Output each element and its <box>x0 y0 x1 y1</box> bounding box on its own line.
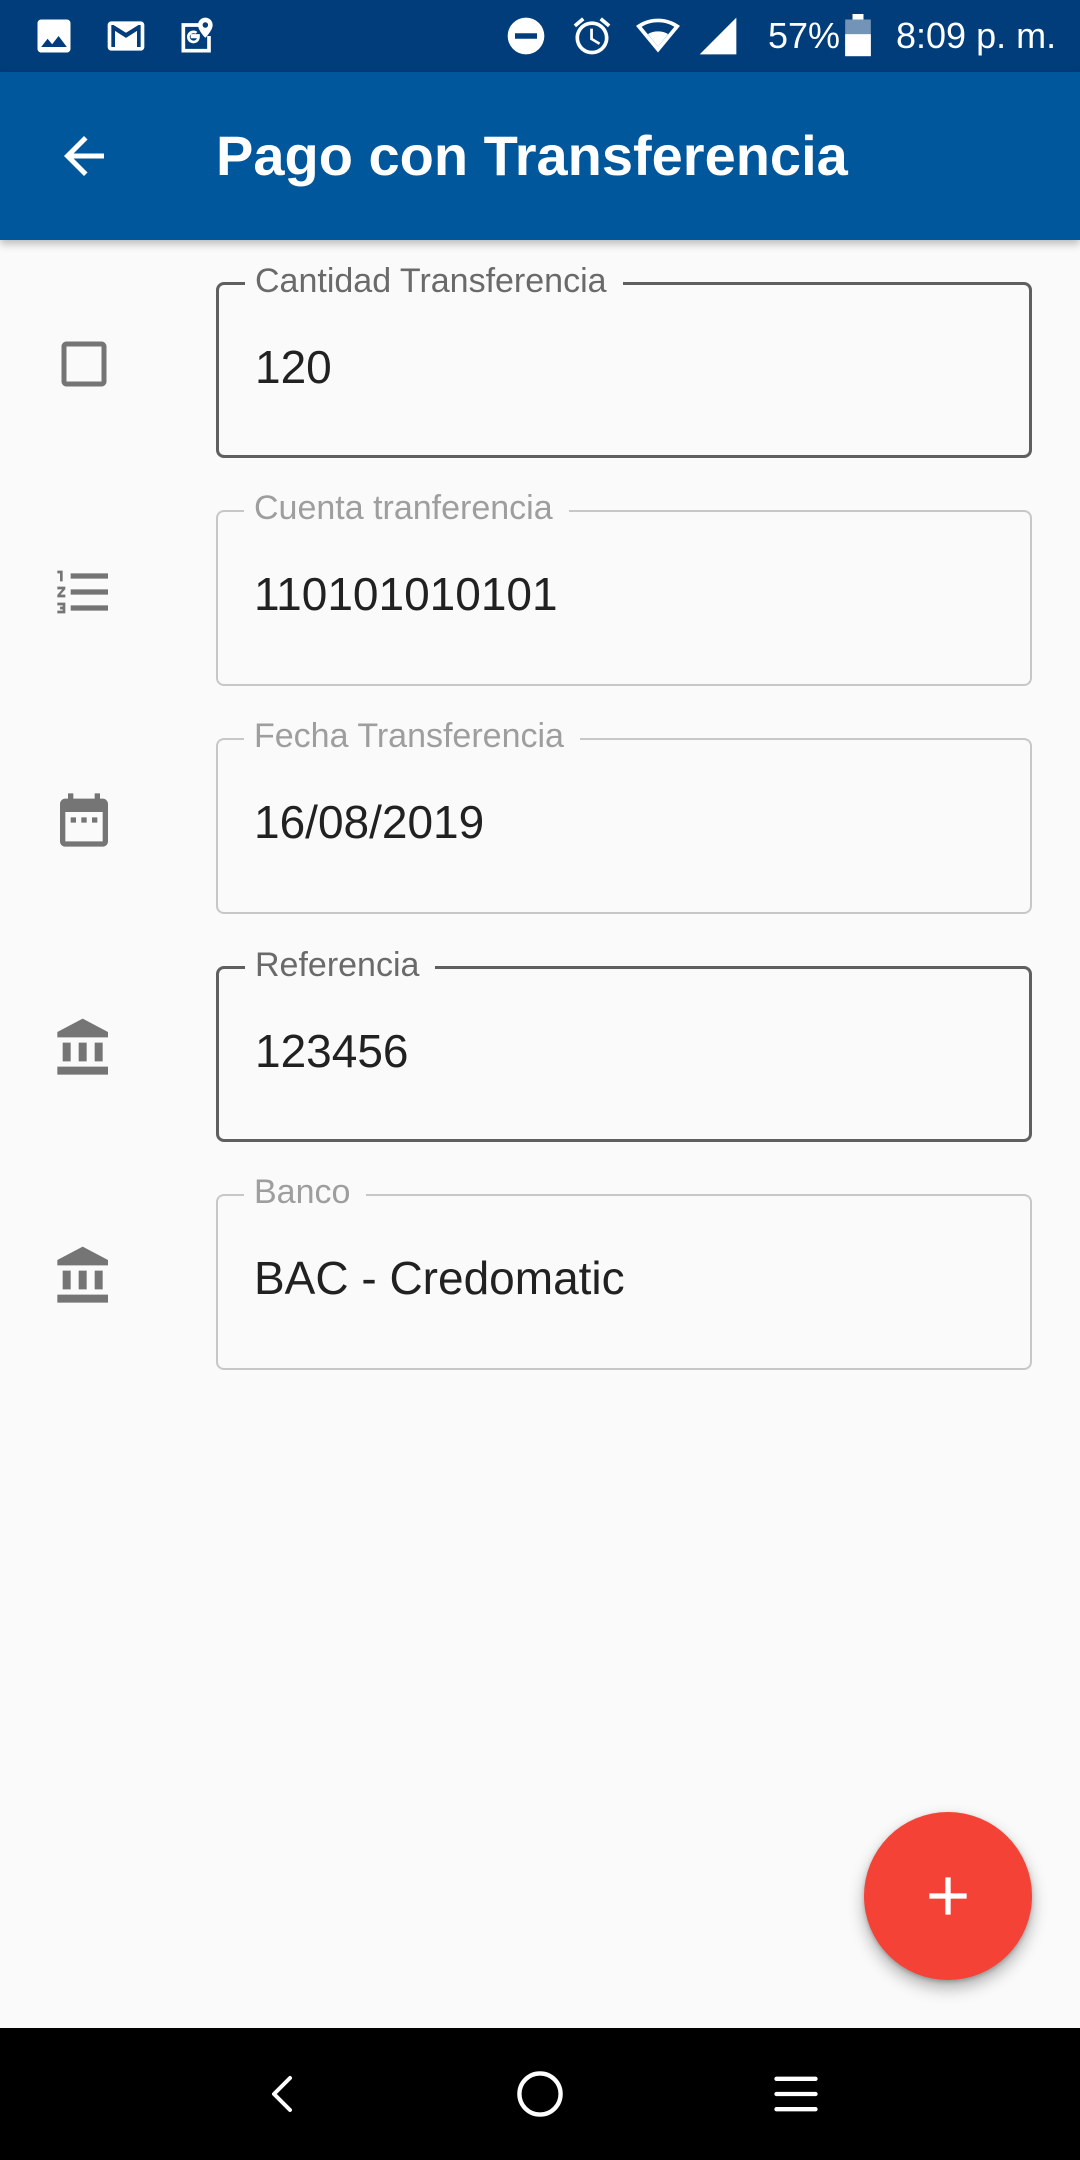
page-title: Pago con Transferencia <box>216 124 848 187</box>
field-value: 110101010101 <box>254 568 558 620</box>
app-bar: Pago con Transferencia <box>0 72 1080 240</box>
battery-percent: 57% <box>768 15 841 56</box>
field-label: Cantidad Transferencia <box>245 261 623 301</box>
checkbox-outline-icon <box>48 328 120 400</box>
arrow-back-icon <box>64 136 104 176</box>
status-bar: 57% 8:09 p. m. <box>0 0 1080 72</box>
field-row-fecha: Fecha Transferencia 16/08/2019 <box>0 716 1080 914</box>
field-label: Referencia <box>245 945 436 985</box>
add-button[interactable] <box>864 1812 1032 1980</box>
nav-home-button[interactable] <box>504 2058 576 2130</box>
field-row-cuenta: Cuenta tranferencia 110101010101 <box>0 488 1080 686</box>
field-value: 123456 <box>255 1025 409 1077</box>
image-icon <box>32 14 76 58</box>
calendar-icon <box>48 784 120 856</box>
referencia-field[interactable]: Referencia 123456 <box>216 945 1032 1142</box>
nav-menu-icon <box>774 2076 818 2112</box>
field-row-referencia: Referencia 123456 <box>0 945 1080 1142</box>
signal-icon <box>696 14 740 58</box>
field-value: BAC - Credomatic <box>254 1252 625 1304</box>
bank-icon <box>48 1012 120 1084</box>
wifi-icon <box>636 14 680 58</box>
field-value: 120 <box>255 341 332 393</box>
battery-icon <box>842 14 874 58</box>
cantidad-transferencia-field[interactable]: Cantidad Transferencia 120 <box>216 261 1032 458</box>
plus-icon <box>929 1877 967 1915</box>
field-label: Cuenta tranferencia <box>244 488 569 528</box>
alarm-icon <box>570 14 614 58</box>
nav-back-icon <box>272 2076 292 2112</box>
navigation-bar <box>0 2028 1080 2160</box>
cuenta-transferencia-field[interactable]: Cuenta tranferencia 110101010101 <box>216 488 1032 686</box>
numbered-list-icon <box>48 556 120 628</box>
do-not-disturb-icon <box>504 14 548 58</box>
nav-menu-button[interactable] <box>760 2058 832 2130</box>
bank-icon <box>48 1240 120 1312</box>
clock: 8:09 p. m. <box>896 15 1057 56</box>
field-label: Banco <box>244 1172 367 1212</box>
field-row-cantidad: Cantidad Transferencia 120 <box>0 261 1080 458</box>
field-label: Fecha Transferencia <box>244 716 580 756</box>
field-row-banco: Banco BAC - Credomatic <box>0 1172 1080 1370</box>
screen: 57% 8:09 p. m. Pago con Transferencia Ca… <box>0 0 1080 2160</box>
gmail-icon <box>104 14 148 58</box>
nav-home-icon <box>517 2071 563 2117</box>
banco-field[interactable]: Banco BAC - Credomatic <box>216 1172 1032 1370</box>
field-value: 16/08/2019 <box>254 796 485 848</box>
maps-icon <box>176 14 220 58</box>
nav-back-button[interactable] <box>248 2058 320 2130</box>
back-button[interactable] <box>40 112 128 200</box>
fecha-transferencia-field[interactable]: Fecha Transferencia 16/08/2019 <box>216 716 1032 914</box>
